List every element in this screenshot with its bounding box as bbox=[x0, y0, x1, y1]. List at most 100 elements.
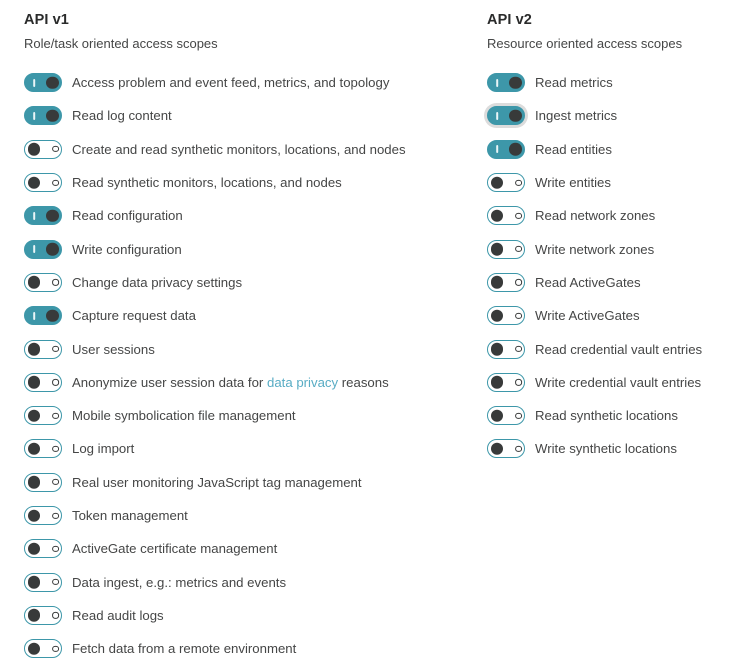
scope-toggle-off[interactable] bbox=[487, 406, 525, 426]
scope-toggle-on[interactable] bbox=[24, 239, 62, 259]
data-privacy-link[interactable]: data privacy bbox=[267, 375, 338, 390]
scope-row[interactable]: Read synthetic locations bbox=[487, 399, 737, 432]
scope-toggle-off[interactable] bbox=[487, 239, 525, 259]
scope-toggle-off[interactable] bbox=[24, 472, 62, 492]
scope-label: Write configuration bbox=[72, 241, 182, 257]
scope-row[interactable]: Read ActiveGates bbox=[487, 266, 737, 299]
scope-toggle-off[interactable] bbox=[24, 506, 62, 525]
scope-label: Write entities bbox=[535, 175, 611, 191]
toggle-off-ring-icon bbox=[52, 445, 59, 452]
toggle-knob-icon bbox=[490, 409, 503, 422]
toggle-off-ring-icon bbox=[515, 379, 522, 386]
toggle-on-bar-icon bbox=[33, 111, 35, 120]
scope-row[interactable]: Read metrics bbox=[487, 66, 737, 99]
scope-row[interactable]: Token management bbox=[24, 499, 474, 532]
toggle-knob-icon bbox=[46, 242, 59, 256]
scope-row[interactable]: Write configuration bbox=[24, 232, 474, 265]
scope-toggle-off[interactable] bbox=[24, 339, 62, 359]
scope-row[interactable]: Read synthetic monitors, locations, and … bbox=[24, 166, 474, 199]
scope-toggle-off[interactable] bbox=[24, 439, 62, 459]
scope-toggle-off[interactable] bbox=[487, 272, 525, 292]
scope-label: Read audit logs bbox=[72, 607, 164, 623]
scope-toggle-off[interactable] bbox=[487, 339, 525, 359]
scope-toggle-off[interactable] bbox=[24, 539, 62, 559]
toggle-on-bar-icon bbox=[33, 311, 35, 320]
toggle-off-ring-icon bbox=[515, 445, 522, 452]
scope-toggle-off[interactable] bbox=[487, 439, 525, 459]
scope-toggle-off[interactable] bbox=[487, 206, 525, 226]
toggle-off-ring-icon bbox=[52, 279, 59, 286]
scope-toggle-off[interactable] bbox=[24, 372, 62, 392]
toggle-off-ring-icon bbox=[52, 512, 59, 519]
scope-row[interactable]: Read log content bbox=[24, 99, 474, 132]
api-v2-column: API v2 Resource oriented access scopes R… bbox=[487, 0, 737, 459]
scope-toggle-on[interactable] bbox=[487, 139, 525, 159]
scope-toggle-off[interactable] bbox=[24, 173, 62, 193]
scope-toggle-off[interactable] bbox=[24, 572, 62, 592]
scope-row[interactable]: Anonymize user session data for data pri… bbox=[24, 366, 474, 399]
scope-row[interactable]: Capture request data bbox=[24, 299, 474, 332]
toggle-knob-icon bbox=[490, 276, 503, 289]
toggle-knob-icon bbox=[27, 475, 40, 489]
scope-row[interactable]: Write synthetic locations bbox=[487, 432, 737, 465]
toggle-off-ring-icon bbox=[52, 146, 59, 153]
scope-row[interactable]: Access problem and event feed, metrics, … bbox=[24, 66, 474, 99]
scope-toggle-on[interactable] bbox=[24, 306, 62, 326]
scope-label: Read ActiveGates bbox=[535, 274, 641, 290]
toggle-off-ring-icon bbox=[515, 246, 522, 253]
toggle-knob-icon bbox=[46, 209, 59, 223]
api-v2-title: API v2 bbox=[487, 12, 532, 28]
scope-toggle-on[interactable] bbox=[24, 206, 62, 226]
toggle-knob-icon bbox=[490, 242, 503, 256]
scope-row[interactable]: Data ingest, e.g.: metrics and events bbox=[24, 565, 474, 598]
toggle-knob-icon bbox=[27, 509, 40, 522]
scope-row[interactable]: Log import bbox=[24, 432, 474, 465]
scope-row[interactable]: Real user monitoring JavaScript tag mana… bbox=[24, 466, 474, 499]
scope-row[interactable]: Read configuration bbox=[24, 199, 474, 232]
scope-toggle-off[interactable] bbox=[24, 272, 62, 292]
scope-toggle-off[interactable] bbox=[24, 406, 62, 426]
scope-label: Data ingest, e.g.: metrics and events bbox=[72, 574, 287, 590]
scope-toggle-on[interactable] bbox=[487, 106, 525, 126]
scope-row[interactable]: ActiveGate certificate management bbox=[24, 532, 474, 565]
scope-label: Read configuration bbox=[72, 208, 183, 224]
scope-row[interactable]: Write network zones bbox=[487, 232, 737, 265]
scope-toggle-on[interactable] bbox=[24, 73, 62, 93]
toggle-on-bar-icon bbox=[496, 145, 498, 154]
scope-toggle-off[interactable] bbox=[487, 306, 525, 326]
scope-row[interactable]: Read network zones bbox=[487, 199, 737, 232]
scope-label: Read synthetic monitors, locations, and … bbox=[72, 175, 342, 191]
scope-row[interactable]: Ingest metrics bbox=[487, 99, 737, 132]
api-scopes-page: API v1 Role/task oriented access scopes … bbox=[0, 0, 747, 666]
toggle-knob-icon bbox=[27, 409, 40, 422]
scope-row[interactable]: Write ActiveGates bbox=[487, 299, 737, 332]
scope-row[interactable]: User sessions bbox=[24, 332, 474, 365]
scope-row[interactable]: Read entities bbox=[487, 133, 737, 166]
toggle-off-ring-icon bbox=[515, 412, 522, 419]
api-v1-scope-list: Access problem and event feed, metrics, … bbox=[24, 66, 474, 665]
toggle-off-ring-icon bbox=[52, 479, 59, 486]
scope-row[interactable]: Write entities bbox=[487, 166, 737, 199]
scope-row[interactable]: Read credential vault entries bbox=[487, 332, 737, 365]
scope-row[interactable]: Change data privacy settings bbox=[24, 266, 474, 299]
scope-toggle-on[interactable] bbox=[24, 106, 62, 126]
scope-label: Ingest metrics bbox=[535, 108, 618, 124]
toggle-on-bar-icon bbox=[496, 111, 498, 120]
scope-toggle-off[interactable] bbox=[487, 372, 525, 392]
toggle-knob-icon bbox=[27, 342, 40, 356]
scope-toggle-off[interactable] bbox=[24, 639, 62, 659]
toggle-off-ring-icon bbox=[52, 579, 59, 586]
scope-toggle-off[interactable] bbox=[487, 173, 525, 193]
toggle-on-bar-icon bbox=[496, 78, 498, 87]
scope-label: ActiveGate certificate management bbox=[72, 541, 278, 557]
scope-row[interactable]: Mobile symbolication file management bbox=[24, 399, 474, 432]
scope-row[interactable]: Write credential vault entries bbox=[487, 366, 737, 399]
scope-row[interactable]: Create and read synthetic monitors, loca… bbox=[24, 133, 474, 166]
scope-toggle-off[interactable] bbox=[24, 139, 62, 159]
scope-row[interactable]: Read audit logs bbox=[24, 599, 474, 632]
toggle-off-ring-icon bbox=[515, 279, 522, 286]
scope-label: Anonymize user session data for data pri… bbox=[72, 374, 389, 390]
scope-row[interactable]: Fetch data from a remote environment bbox=[24, 632, 474, 665]
scope-toggle-on[interactable] bbox=[487, 73, 525, 93]
scope-toggle-off[interactable] bbox=[24, 605, 62, 625]
